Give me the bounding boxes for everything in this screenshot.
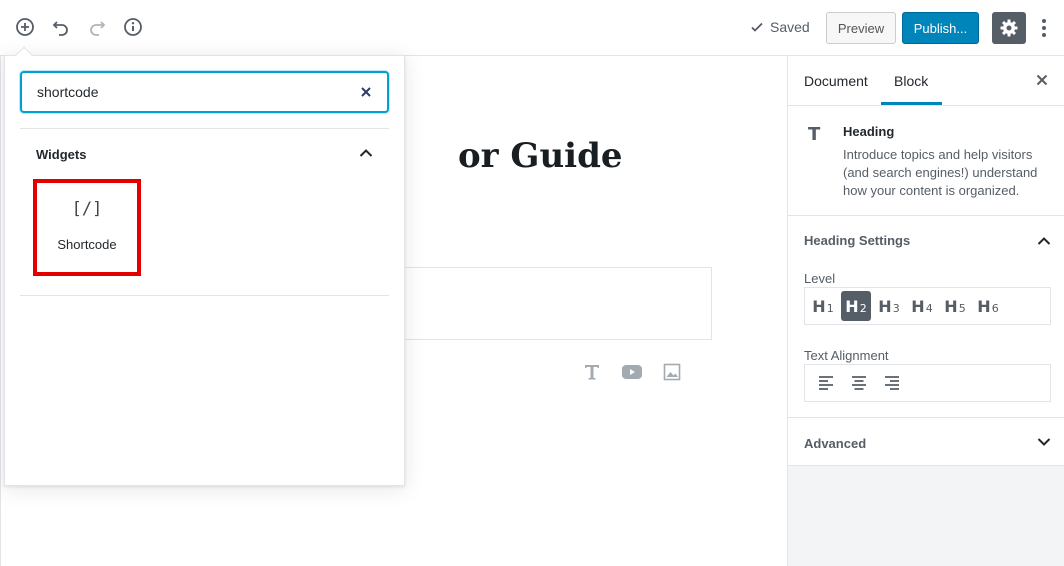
gear-icon: [1000, 19, 1018, 37]
redo-icon[interactable]: [85, 15, 109, 39]
heading-level-number: 3: [892, 301, 900, 315]
block-inserter-popover: Widgets [/] Shortcode: [4, 55, 405, 486]
align-center-icon[interactable]: [844, 368, 874, 398]
heading-settings-panel: Heading Settings Level H1 H2 H3 H4 H5 H6…: [788, 216, 1064, 418]
info-icon[interactable]: [121, 15, 145, 39]
block-item-shortcode[interactable]: [/] Shortcode: [33, 179, 141, 276]
block-item-label: Shortcode: [57, 237, 117, 252]
heading-level-number: 5: [958, 301, 966, 315]
heading-level-5-button[interactable]: H5: [940, 291, 970, 321]
clear-search-icon[interactable]: [359, 85, 373, 99]
editor-toolbar: Saved Preview Publish...: [0, 0, 1064, 56]
heading-level-number: 2: [859, 301, 867, 315]
chevron-up-icon[interactable]: [1035, 232, 1053, 250]
chevron-down-icon[interactable]: [1035, 433, 1053, 451]
tab-document[interactable]: Document: [804, 73, 868, 89]
advanced-title[interactable]: Advanced: [804, 436, 866, 451]
more-vertical-icon: [1042, 19, 1046, 37]
align-left-icon[interactable]: [811, 368, 841, 398]
block-name: Heading: [843, 124, 895, 139]
text-alignment-toolbar: [804, 364, 1051, 402]
heading-level-letter: H: [977, 296, 991, 316]
heading-level-letter: H: [878, 296, 892, 316]
saved-label: Saved: [770, 19, 810, 35]
active-tab-indicator: [881, 102, 942, 105]
check-icon: [751, 22, 763, 32]
undo-icon[interactable]: [49, 15, 73, 39]
heading-level-6-button[interactable]: H6: [973, 291, 1003, 321]
heading-level-toolbar: H1 H2 H3 H4 H5 H6: [804, 287, 1051, 325]
preview-button[interactable]: Preview: [826, 12, 896, 44]
heading-level-number: 1: [826, 301, 834, 315]
heading-level-letter: H: [845, 296, 859, 316]
heading-level-4-button[interactable]: H4: [907, 291, 937, 321]
block-card: T Heading Introduce topics and help visi…: [788, 106, 1064, 216]
block-search-input[interactable]: [22, 73, 342, 111]
video-icon[interactable]: [620, 360, 644, 384]
heading-level-number: 4: [925, 301, 933, 315]
block-search-field[interactable]: [20, 71, 389, 113]
heading-settings-title[interactable]: Heading Settings: [804, 233, 910, 248]
heading-level-number: 6: [991, 301, 999, 315]
settings-sidebar: Document Block T Heading Introduce topic…: [787, 56, 1064, 566]
sidebar-tabs: Document Block: [788, 56, 1064, 106]
chevron-up-icon[interactable]: [357, 144, 375, 162]
text-alignment-label: Text Alignment: [804, 348, 889, 363]
panel-title-widgets[interactable]: Widgets: [36, 147, 86, 162]
quick-inserter: [580, 360, 684, 384]
advanced-panel[interactable]: Advanced: [788, 418, 1064, 466]
heading-level-letter: H: [911, 296, 925, 316]
heading-icon: T: [808, 124, 821, 145]
more-menu-button[interactable]: [1036, 14, 1052, 42]
shortcode-icon: [/]: [71, 199, 103, 219]
divider: [20, 128, 389, 129]
empty-paragraph-block[interactable]: [380, 267, 712, 340]
heading-level-2-button[interactable]: H2: [841, 291, 871, 321]
heading-level-letter: H: [812, 296, 826, 316]
close-icon[interactable]: [1035, 73, 1049, 87]
settings-button[interactable]: [992, 12, 1026, 44]
saved-status: Saved: [750, 19, 810, 35]
publish-button[interactable]: Publish...: [902, 12, 979, 44]
post-title[interactable]: or Guide: [458, 136, 623, 176]
divider: [20, 295, 389, 296]
block-description: Introduce topics and help visitors (and …: [843, 147, 1038, 198]
add-block-icon[interactable]: [13, 15, 37, 39]
heading-level-3-button[interactable]: H3: [874, 291, 904, 321]
level-label: Level: [804, 271, 836, 286]
align-right-icon[interactable]: [877, 368, 907, 398]
heading-level-1-button[interactable]: H1: [808, 291, 838, 321]
text-icon[interactable]: [580, 360, 604, 384]
image-icon[interactable]: [660, 360, 684, 384]
heading-level-letter: H: [944, 296, 958, 316]
tab-block[interactable]: Block: [894, 73, 928, 89]
